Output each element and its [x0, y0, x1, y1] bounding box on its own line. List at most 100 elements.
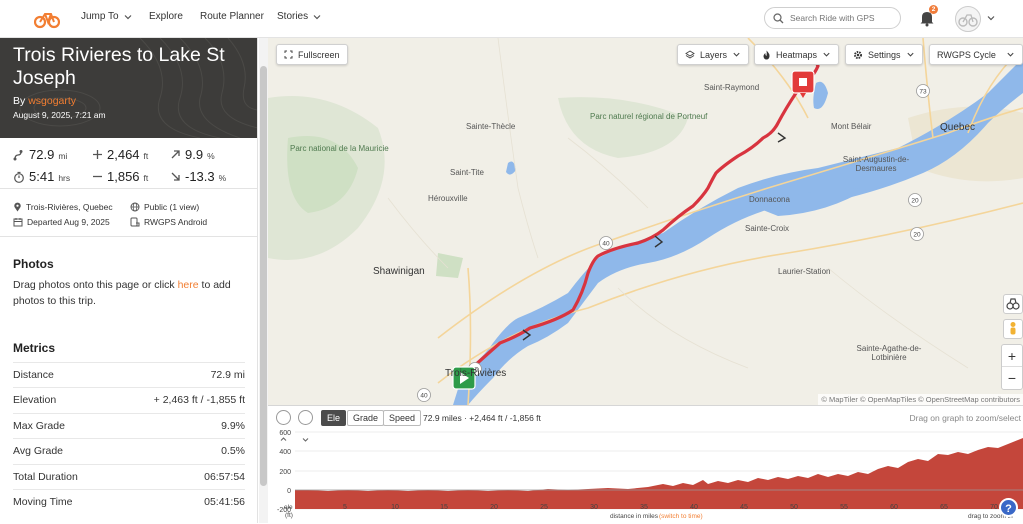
collapse-up-button[interactable] [276, 410, 291, 441]
help-button[interactable]: ? [999, 498, 1018, 517]
zoom-out-button[interactable]: − [1002, 367, 1022, 389]
stat-elev-loss: 1,856 ft [92, 169, 148, 184]
rwgps-logo-icon[interactable] [34, 9, 60, 29]
route-planner-label: Route Planner [200, 11, 264, 22]
search-icon [773, 12, 784, 23]
map-label: Shawinigan [373, 266, 425, 277]
highway-shield: 73 [916, 84, 930, 98]
moving-time-value: 5:41 [29, 169, 55, 184]
trip-author-line: By wsgogarty [13, 95, 244, 107]
fullscreen-button[interactable]: Fullscreen [276, 44, 348, 65]
tab-grade[interactable]: Grade [347, 410, 385, 426]
x-tick-label: 20 [490, 504, 498, 511]
map-label: Laurier-Station [778, 267, 831, 276]
heatmaps-button[interactable]: Heatmaps [754, 44, 840, 65]
binoculars-icon [1006, 298, 1020, 310]
by-label: By [13, 95, 26, 107]
map-attribution[interactable]: © MapTiler © OpenMapTiles © OpenStreetMa… [818, 394, 1023, 405]
map-label: Sainte-Croix [745, 224, 790, 233]
x-tick-label: 25 [540, 504, 548, 511]
pegman-icon [1010, 322, 1016, 335]
stat-distance: 72.9 mi [13, 147, 67, 162]
chevron-down-icon [823, 52, 830, 57]
x-tick-label: 45 [740, 504, 748, 511]
metric-row: Distance 72.9 mi [13, 362, 245, 387]
tab-elevation[interactable]: Ele [321, 410, 347, 426]
avatar[interactable] [955, 6, 981, 32]
sidebar-scrollbar[interactable] [259, 38, 268, 523]
chevron-down-icon[interactable] [986, 13, 996, 23]
heatmaps-label: Heatmaps [776, 49, 818, 60]
y-tick-label: 200 [279, 469, 291, 476]
add-photos-link[interactable]: here [178, 279, 199, 291]
map-label: Quebec [940, 122, 976, 133]
map-label: Saint-Augustin-de-Desmaures [842, 155, 910, 173]
info-location: Trois-Rivières, Quebec [13, 202, 113, 212]
y-tick-label: 0 [287, 488, 291, 495]
search-input[interactable] [790, 13, 895, 23]
elevation-chart[interactable]: 600 400 200 0 -200 5 10 15 20 25 30 35 4… [268, 428, 1023, 524]
device-text: RWGPS Android [144, 217, 208, 227]
highway-shield: 20 [910, 227, 924, 241]
map-label: Trois-Rivières [445, 368, 507, 379]
map-label: Sainte-Agathe-de-Lotbinière [856, 344, 922, 362]
metric-label: Elevation [13, 394, 57, 406]
metric-label: Distance [13, 369, 54, 381]
stories-menu[interactable]: Stories [277, 11, 322, 22]
elevation-panel: Ele Grade Speed 72.9 miles · +2,464 ft /… [268, 405, 1023, 523]
map-label: Donnacona [749, 195, 790, 204]
author-link[interactable]: wsgogarty [28, 95, 76, 107]
y-axis-unit: ele [284, 504, 293, 511]
trip-stats: 72.9 mi 2,464 ft 9.9 % 5:41 hrs 1,856 ft… [0, 138, 257, 189]
scrollbar-thumb[interactable] [260, 66, 267, 486]
metric-label: Avg Grade [13, 445, 64, 457]
chevron-down-icon [733, 52, 740, 57]
metric-value: 9.9% [221, 420, 245, 432]
trip-sidebar: Trois Rivieres to Lake St Joseph By wsgo… [0, 38, 258, 523]
metric-row: Elevation + 2,463 ft / -1,855 ft [13, 387, 245, 412]
elevation-summary: 72.9 miles · +2,464 ft / -1,856 ft [423, 413, 541, 423]
plus-icon [93, 150, 102, 159]
zoom-controls: + − [1001, 344, 1023, 390]
layers-button[interactable]: Layers [677, 44, 750, 65]
elev-gain-unit: ft [143, 151, 149, 161]
x-tick-label: 70 [990, 504, 998, 511]
max-grade-unit: % [207, 151, 215, 161]
elevation-profile-area[interactable] [295, 438, 1023, 509]
y-tick-label: 400 [279, 449, 291, 456]
zoom-in-button[interactable]: + [1002, 345, 1022, 367]
route-direction-arrow [777, 132, 787, 143]
metric-label: Total Duration [13, 471, 78, 483]
map-compass-button[interactable] [1003, 294, 1023, 314]
x-tick-label: 30 [590, 504, 598, 511]
basemap-select[interactable]: RWGPS Cycle [929, 44, 1023, 65]
highway-number: 20 [911, 198, 919, 205]
photos-instructions: Drag photos onto this page or click here… [13, 277, 249, 309]
metric-label: Max Grade [13, 420, 65, 432]
switch-to-time-link[interactable]: (switch to time) [659, 513, 703, 520]
street-view-button[interactable] [1003, 319, 1023, 339]
location-text: Trois-Rivières, Quebec [26, 202, 113, 212]
highway-shield: 20 [908, 193, 922, 207]
metric-row: Total Duration 06:57:54 [13, 464, 245, 489]
route-map[interactable]: 40 40 55 73 20 20 Saint-Raymond Sainte-T… [268, 38, 1023, 405]
explore-link[interactable]: Explore [149, 11, 183, 22]
collapse-down-button[interactable] [298, 410, 313, 442]
tab-speed[interactable]: Speed [383, 410, 422, 426]
fullscreen-icon [284, 50, 293, 59]
stories-label: Stories [277, 11, 309, 22]
settings-button[interactable]: Settings [845, 44, 923, 65]
search-box[interactable] [764, 7, 901, 29]
jump-to-menu[interactable]: Jump To [81, 11, 133, 22]
stat-max-grade: 9.9 % [170, 147, 215, 162]
info-departed: Departed Aug 9, 2025 [13, 217, 110, 227]
x-tick-label: 55 [840, 504, 848, 511]
trip-title: Trois Rivieres to Lake St Joseph [13, 44, 225, 89]
min-grade-unit: % [218, 173, 227, 183]
route-planner-link[interactable]: Route Planner [200, 11, 264, 22]
metric-row: Max Grade 9.9% [13, 413, 245, 438]
highway-number: 40 [602, 241, 610, 248]
map-label: Mont Bélair [831, 122, 872, 131]
min-grade-value: -13.3 [185, 169, 215, 184]
trip-info: Trois-Rivières, Quebec Public (1 view) D… [0, 189, 257, 237]
